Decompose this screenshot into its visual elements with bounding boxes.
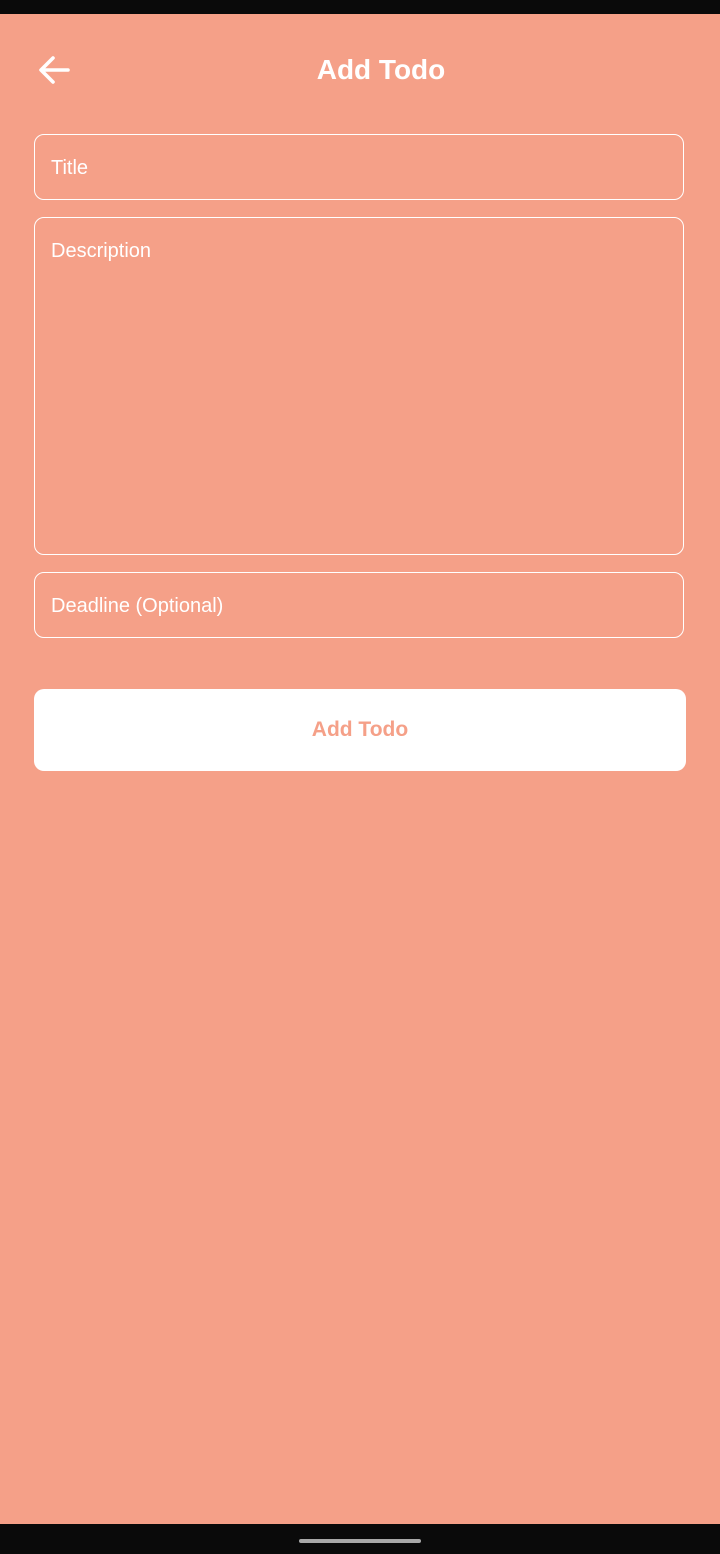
navigation-bar	[0, 1524, 720, 1554]
add-todo-button[interactable]: Add Todo	[34, 689, 686, 771]
page-title: Add Todo	[316, 54, 446, 85]
title-field[interactable]: Title	[34, 134, 684, 200]
description-field[interactable]: Description	[34, 217, 684, 555]
home-indicator[interactable]	[299, 1539, 421, 1543]
app-bar: Add Todo	[0, 14, 720, 126]
title-placeholder: Title	[51, 157, 89, 179]
deadline-field[interactable]: Deadline (Optional)	[34, 572, 684, 638]
deadline-placeholder: Deadline (Optional)	[51, 595, 224, 617]
description-placeholder: Description	[51, 240, 152, 262]
status-bar	[0, 0, 720, 14]
